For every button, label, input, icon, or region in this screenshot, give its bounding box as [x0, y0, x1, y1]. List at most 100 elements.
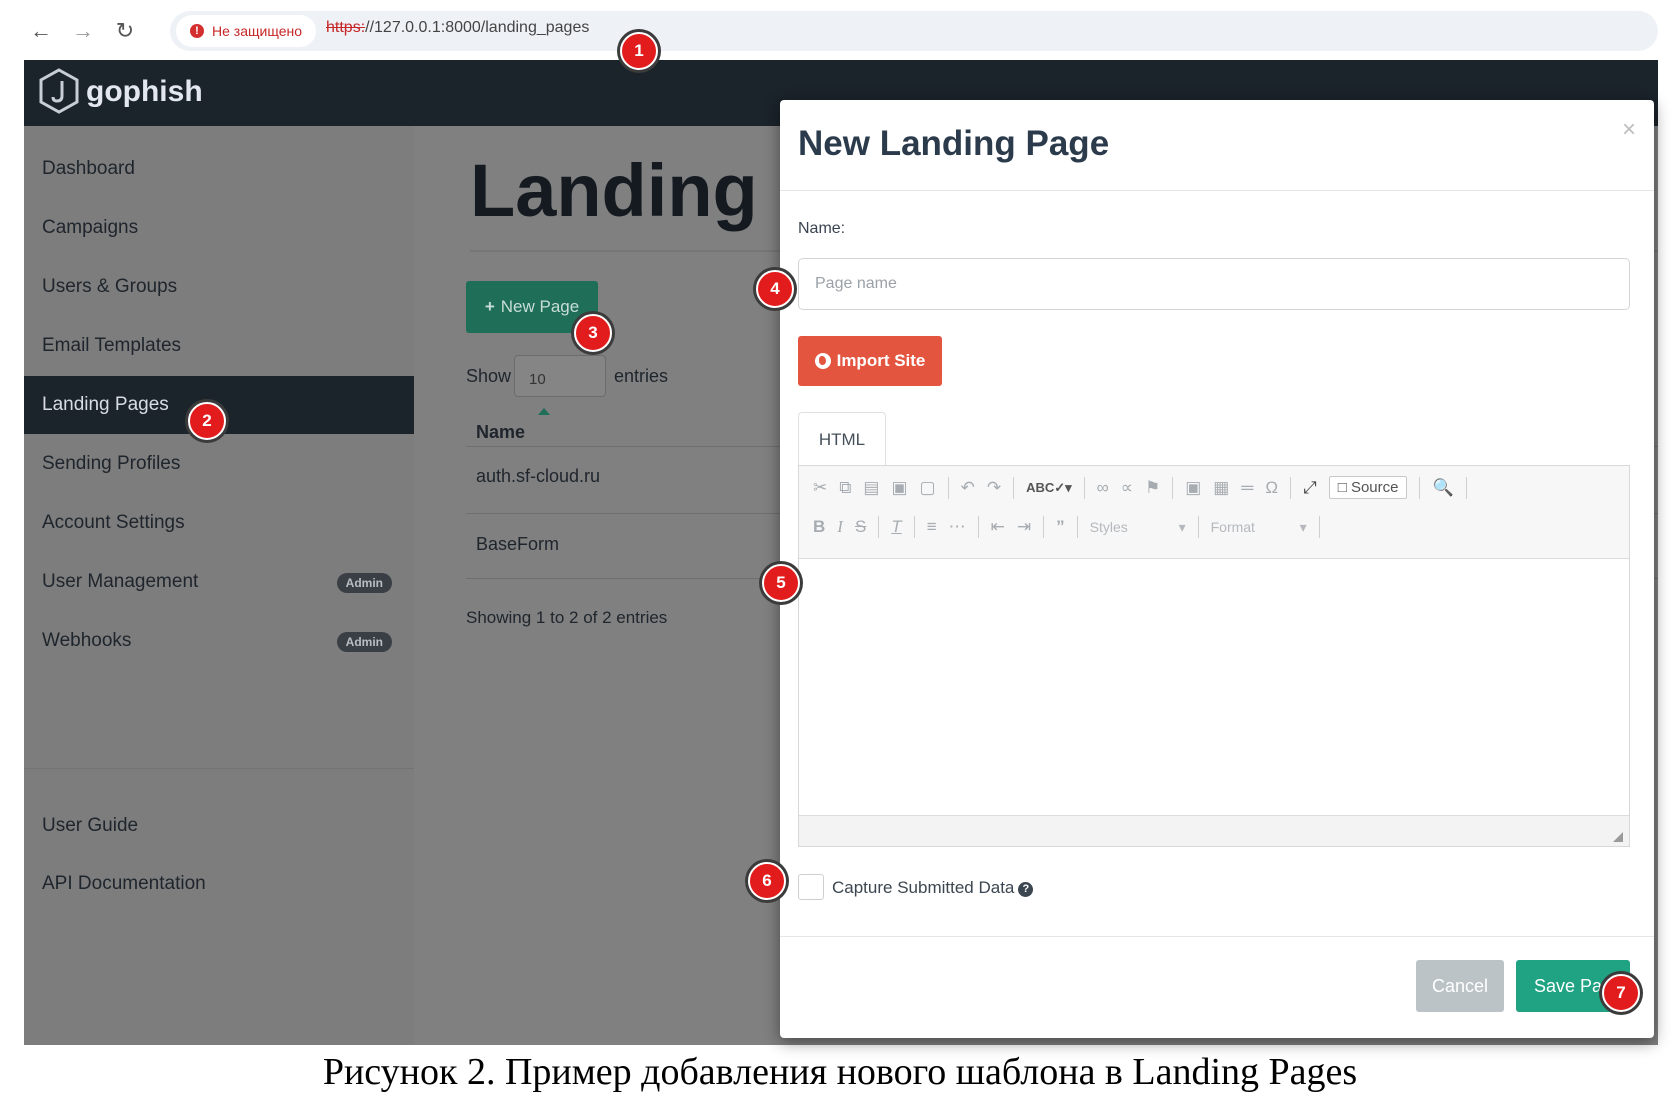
gophish-logo-icon[interactable] [38, 68, 80, 114]
table-row[interactable]: BaseForm [476, 534, 559, 555]
resize-handle-icon[interactable] [1613, 832, 1623, 842]
indent-icon[interactable]: ⇥ [1017, 517, 1031, 537]
cut-icon[interactable]: ✂ [813, 478, 827, 498]
sidebar-item-label: Dashboard [42, 158, 135, 179]
toolbar-separator [1290, 476, 1292, 499]
sidebar-item-user-management[interactable]: User Management Admin [24, 553, 414, 611]
sidebar-item-user-guide[interactable]: User Guide [24, 797, 414, 855]
close-icon[interactable]: × [1622, 116, 1636, 144]
blockquote-icon[interactable]: ” [1056, 517, 1065, 537]
table-icon[interactable]: ▦ [1213, 478, 1229, 498]
back-arrow-icon[interactable]: ← [26, 16, 56, 46]
unlink-icon[interactable]: ∝ [1121, 478, 1133, 498]
sidebar-item-email-templates[interactable]: Email Templates [24, 317, 414, 375]
help-icon[interactable]: ? [1018, 882, 1034, 897]
admin-badge: Admin [336, 632, 392, 652]
security-chip[interactable]: ! Не защищено [176, 15, 316, 47]
source-doc-icon: □ [1337, 479, 1347, 496]
sidebar-item-campaigns[interactable]: Campaigns [24, 199, 414, 257]
sidebar: Dashboard Campaigns Users & Groups Email Te… [24, 126, 414, 1045]
sidebar-item-label: Account Settings [42, 512, 185, 533]
url-text[interactable]: https://127.0.0.1:8000/landing_pages [326, 19, 589, 37]
chevron-down-icon: ▾ [1299, 518, 1307, 535]
modal-title: New Landing Page [798, 124, 1110, 163]
paste-icon[interactable]: ▤ [863, 478, 879, 498]
page-size-select[interactable]: 10 [514, 355, 606, 397]
capture-label[interactable]: Capture Submitted Data? [832, 878, 1034, 898]
styles-dropdown[interactable]: Styles ▾ [1090, 519, 1186, 536]
toolbar-separator [1172, 476, 1174, 499]
remove-format-icon[interactable]: T [891, 517, 901, 537]
sidebar-item-api-documentation[interactable]: API Documentation [24, 855, 414, 913]
italic-icon[interactable]: I [837, 517, 843, 537]
entries-label: entries [614, 366, 669, 386]
sidebar-item-dashboard[interactable]: Dashboard [24, 140, 414, 198]
page-name-input[interactable]: Page name [798, 258, 1630, 310]
sidebar-item-webhooks[interactable]: Webhooks Admin [24, 612, 414, 670]
brand-name[interactable]: gophish [86, 75, 203, 109]
undo-icon[interactable]: ↶ [961, 478, 975, 498]
name-label: Name: [798, 220, 846, 237]
link-icon[interactable]: ∞ [1097, 478, 1109, 498]
toolbar-separator [913, 516, 915, 538]
image-icon[interactable]: ▣ [1185, 478, 1201, 498]
toolbar-separator [1013, 476, 1015, 499]
maximize-icon[interactable]: ⤢ [1303, 478, 1317, 498]
format-dropdown[interactable]: Format ▾ [1211, 519, 1307, 536]
table-row[interactable]: auth.sf-cloud.ru [476, 466, 600, 487]
sidebar-item-label: Users & Groups [42, 276, 178, 297]
toolbar-separator [1465, 476, 1467, 499]
import-site-button[interactable]: Import Site [798, 336, 942, 386]
toolbar-separator [1318, 516, 1320, 538]
strikethrough-icon[interactable]: S [855, 517, 866, 537]
preview-icon[interactable]: 🔍 [1432, 478, 1453, 498]
new-landing-page-modal: New Landing Page × Name: Page name Impor… [780, 100, 1654, 1038]
show-label: Show [466, 366, 512, 386]
anchor-flag-icon[interactable]: ⚑ [1145, 478, 1160, 498]
toolbar-separator [1419, 476, 1421, 499]
callout-marker: 2 [188, 402, 226, 440]
paste-word-icon[interactable]: ▢ [920, 478, 936, 498]
capture-submitted-checkbox[interactable] [798, 874, 824, 900]
callout-marker: 5 [762, 564, 800, 602]
horizontal-line-icon[interactable]: ═ [1241, 478, 1253, 498]
toolbar-separator [1083, 476, 1085, 499]
sidebar-item-account-settings[interactable]: Account Settings [24, 494, 414, 552]
editor-statusbar [799, 815, 1629, 846]
source-label: Source [1350, 479, 1399, 496]
toolbar-separator [1197, 516, 1199, 538]
sidebar-item-sending-profiles[interactable]: Sending Profiles [24, 435, 414, 493]
copy-icon[interactable]: ⧉ [839, 478, 851, 498]
html-editor: ✂ ⧉ ▤ ▣ ▢ ↶ ↷ ABC✓▾ ∞ ∝ ⚑ ▣ ▦ ═ Ω ⤢ □ So… [798, 465, 1630, 847]
editor-body[interactable] [799, 558, 1629, 816]
editor-toolbar: ✂ ⧉ ▤ ▣ ▢ ↶ ↷ ABC✓▾ ∞ ∝ ⚑ ▣ ▦ ═ Ω ⤢ □ So… [799, 466, 1629, 559]
import-site-label: Import Site [836, 351, 926, 370]
source-button[interactable]: □ Source [1328, 476, 1408, 499]
sidebar-item-users-groups[interactable]: Users & Groups [24, 258, 414, 316]
callout-marker: 6 [748, 862, 786, 900]
paste-text-icon[interactable]: ▣ [891, 478, 907, 498]
toolbar-separator [1043, 516, 1045, 538]
tab-html[interactable]: HTML [798, 412, 886, 467]
redo-icon[interactable]: ↷ [987, 478, 1001, 498]
modal-footer-divider [780, 936, 1654, 937]
reload-icon[interactable]: ↻ [110, 16, 140, 46]
toolbar-separator [947, 476, 949, 499]
sidebar-item-label: Email Templates [42, 335, 182, 356]
cancel-button[interactable]: Cancel [1416, 960, 1504, 1012]
special-char-icon[interactable]: Ω [1265, 478, 1278, 498]
forward-arrow-icon[interactable]: → [68, 16, 98, 46]
column-header-name[interactable]: Name [476, 422, 525, 443]
bulleted-list-icon[interactable]: ⋯ [949, 517, 966, 537]
sidebar-item-label: User Guide [42, 815, 139, 836]
toolbar-separator [1076, 516, 1078, 538]
chevron-down-icon: ▾ [1178, 518, 1186, 535]
spellcheck-icon[interactable]: ABC✓▾ [1026, 480, 1072, 496]
sidebar-item-label: Campaigns [42, 217, 139, 238]
bold-icon[interactable]: B [813, 517, 825, 537]
numbered-list-icon[interactable]: ≡ [927, 517, 937, 537]
callout-marker: 3 [574, 314, 612, 352]
url-scheme: https: [326, 19, 366, 36]
capture-label-text: Capture Submitted Data [832, 878, 1015, 897]
outdent-icon[interactable]: ⇤ [991, 517, 1005, 537]
